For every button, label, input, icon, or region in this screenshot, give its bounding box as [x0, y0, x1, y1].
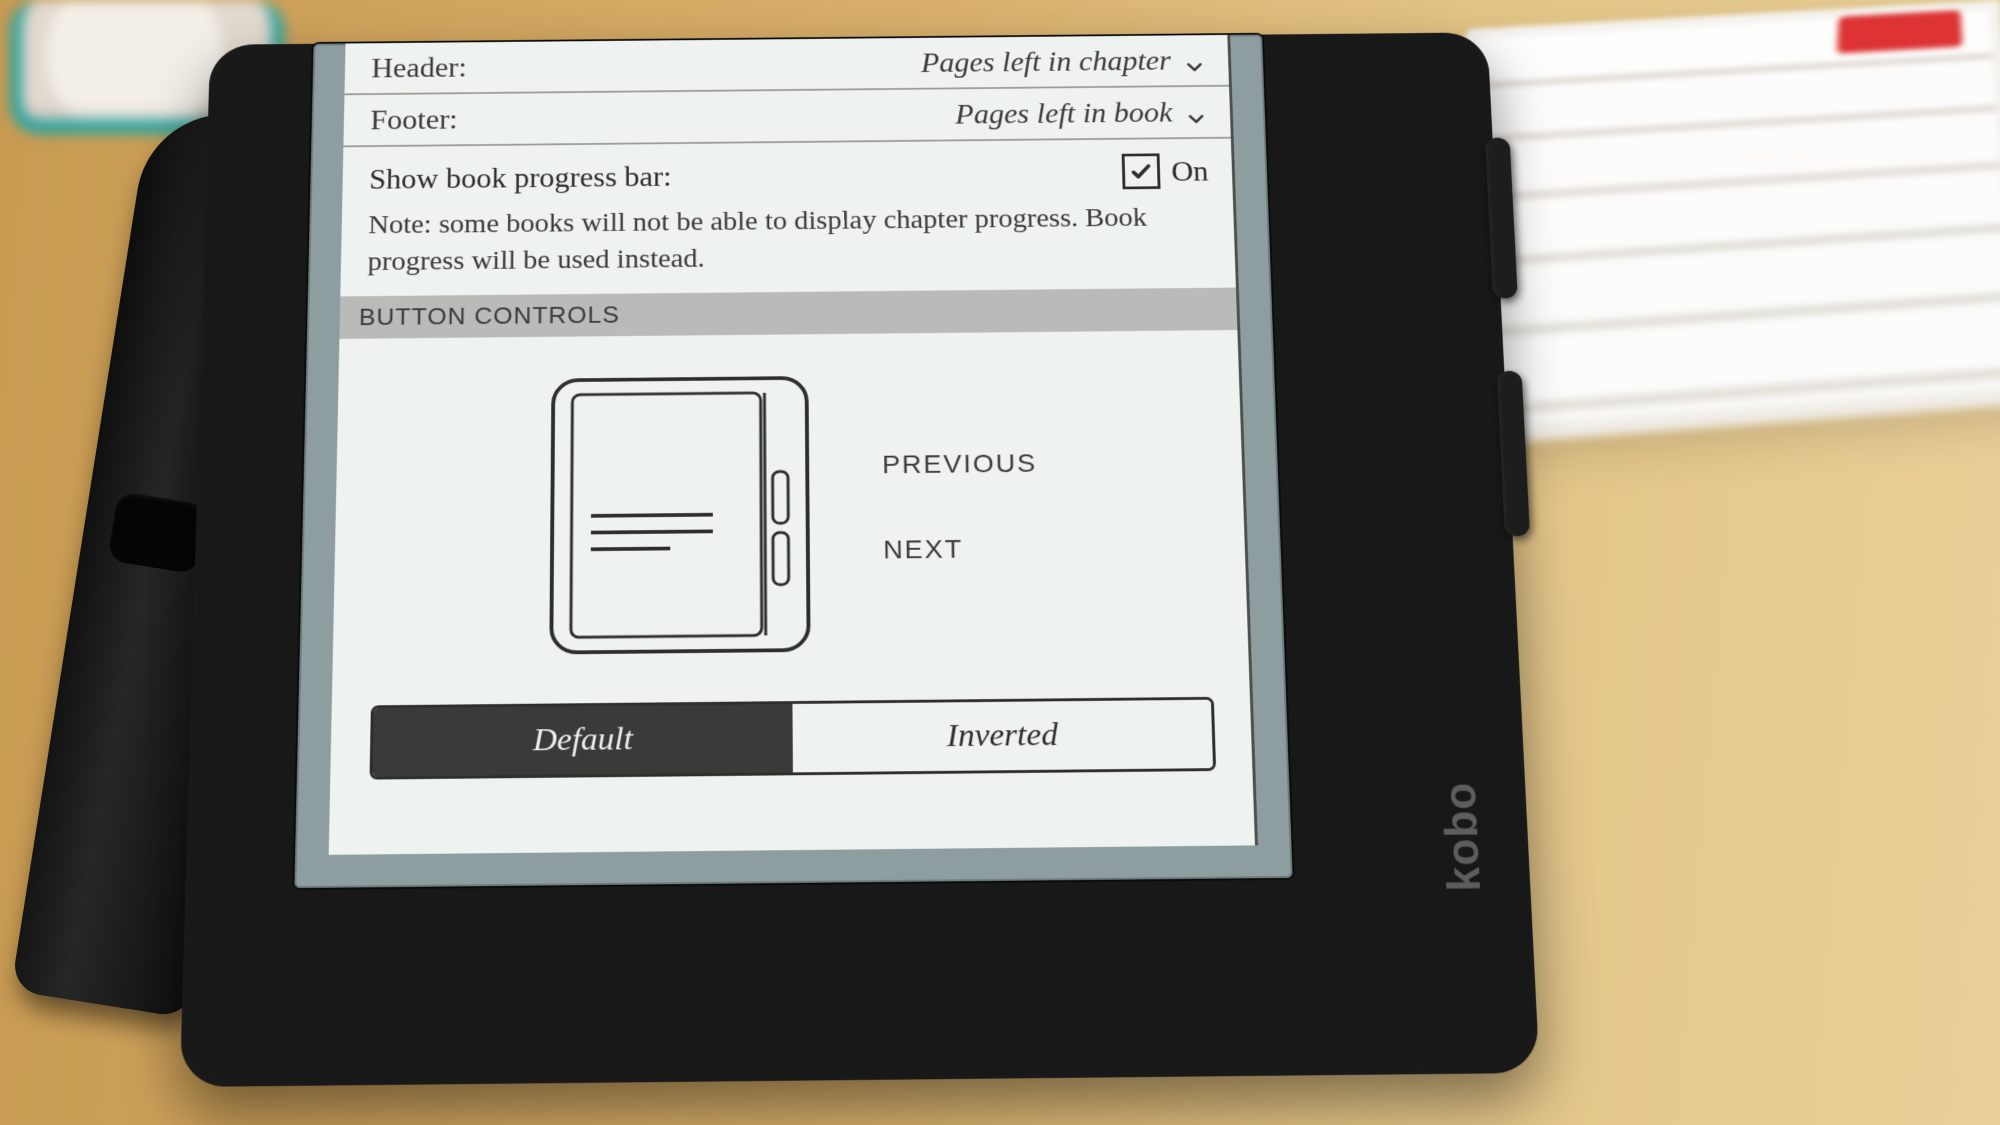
- header-value: Pages left in chapter: [921, 44, 1172, 79]
- progress-note: Note: some books will not be able to dis…: [340, 195, 1239, 296]
- chevron-down-icon: [1185, 102, 1206, 122]
- header-label: Header:: [371, 51, 467, 84]
- footer-setting-row[interactable]: Footer: Pages left in book: [343, 87, 1233, 148]
- next-label: NEXT: [883, 534, 1039, 565]
- header-setting-row[interactable]: Header: Pages left in chapter: [344, 35, 1231, 95]
- footer-value: Pages left in book: [955, 96, 1173, 131]
- brand-logo: kobo: [1433, 782, 1491, 892]
- progress-checkbox[interactable]: [1122, 153, 1161, 189]
- ereader-device: kobo Header: Pages left in chapter Foote…: [180, 32, 1540, 1087]
- segment-inverted[interactable]: Inverted: [792, 700, 1213, 773]
- button-controls-segmented[interactable]: Default Inverted: [370, 697, 1217, 780]
- previous-label: PREVIOUS: [882, 449, 1037, 480]
- device-illustration-icon: [543, 370, 816, 660]
- footer-label: Footer:: [370, 103, 458, 136]
- segment-default[interactable]: Default: [373, 704, 793, 777]
- screen: Header: Pages left in chapter Footer: Pa…: [294, 35, 1292, 888]
- chevron-down-icon: [1184, 50, 1205, 69]
- progress-state: On: [1171, 154, 1209, 187]
- progress-bar-row[interactable]: Show book progress bar: On: [342, 139, 1235, 205]
- button-controls-area: PREVIOUS NEXT: [332, 330, 1252, 691]
- progress-label: Show book progress bar:: [369, 160, 672, 196]
